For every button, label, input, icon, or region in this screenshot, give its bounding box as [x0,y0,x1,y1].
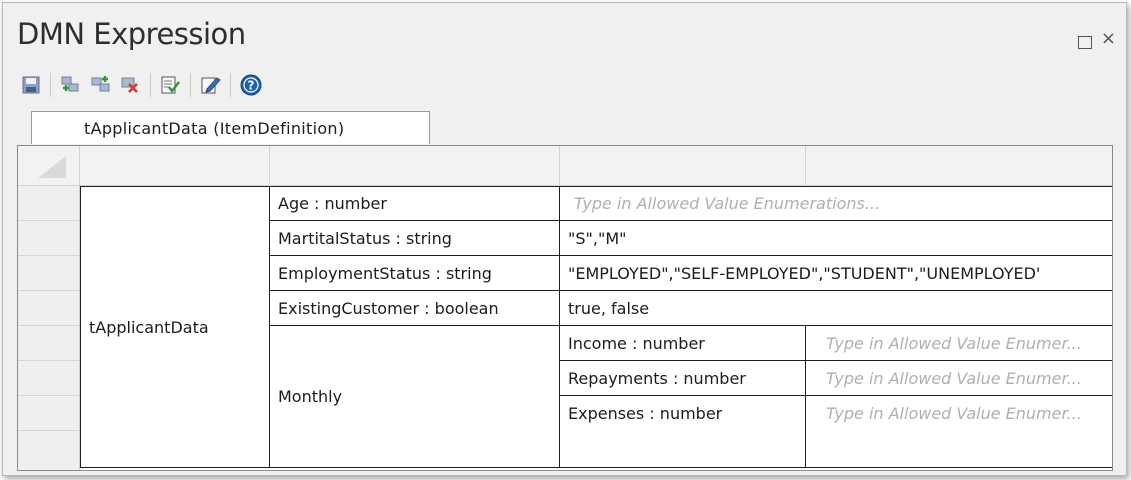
column-header[interactable] [270,146,560,186]
group-name-cell[interactable]: Monthly [270,326,560,468]
allowed-values-input[interactable]: "EMPLOYED","SELF-EMPLOYED","STUDENT","UN… [560,256,1112,291]
item-definition-grid: tApplicantData Age : number Type in Allo… [17,145,1113,471]
component-name-cell[interactable]: EmploymentStatus : string [270,256,560,291]
allowed-values-placeholder: Type in Allowed Value Enumer... [826,333,1082,353]
allowed-values-input[interactable]: Type in Allowed Value Enumer... [806,326,1112,361]
column-header[interactable] [80,146,270,186]
allowed-values-input[interactable]: Type in Allowed Value Enumer... [806,361,1112,396]
row-header[interactable] [18,326,80,361]
component-label: Repayments : number [568,368,746,388]
tab-item-definition[interactable]: tApplicantData (ItemDefinition) [31,111,430,144]
svg-text:?: ? [247,79,254,93]
group-label: Monthly [278,387,343,406]
row-header[interactable] [18,291,80,326]
toolbar-separator [190,73,191,97]
tab-strip: tApplicantData (ItemDefinition) [17,111,1112,145]
component-name-cell[interactable]: Repayments : number [560,361,806,396]
delete-icon[interactable] [117,72,144,99]
component-name-cell[interactable]: ExistingCustomer : boolean [270,291,560,326]
component-label: Expenses : number [568,404,723,423]
component-label: Age : number [278,194,387,213]
allowed-values-text: "EMPLOYED","SELF-EMPLOYED","STUDENT","UN… [568,263,1041,283]
row-header[interactable] [18,186,80,221]
grid-corner[interactable] [18,146,80,186]
row-header[interactable] [18,256,80,291]
column-header[interactable] [806,146,1112,186]
row-header[interactable] [18,396,80,431]
row-header[interactable] [18,431,80,470]
maximize-icon[interactable] [1078,36,1092,49]
root-type-name: tApplicantData [89,317,209,337]
allowed-values-input[interactable]: "S","M" [560,221,1112,256]
component-name-cell[interactable]: Income : number [560,326,806,361]
allowed-values-text: true, false [568,298,650,318]
add-child-icon[interactable] [57,72,84,99]
toolbar: ? [17,70,267,100]
allowed-values-placeholder: Type in Allowed Value Enumerations... [574,194,881,213]
component-label: Income : number [568,333,705,353]
window-title: DMN Expression [17,17,246,51]
help-icon[interactable]: ? [237,72,264,99]
allowed-values-input[interactable]: true, false [560,291,1112,326]
save-icon[interactable] [17,72,44,99]
row-header[interactable] [18,221,80,256]
title-bar: DMN Expression × [3,3,1126,61]
allowed-values-placeholder: Type in Allowed Value Enumer... [826,404,1082,423]
component-name-cell[interactable]: MartitalStatus : string [270,221,560,256]
allowed-values-input[interactable]: Type in Allowed Value Enumerations... [560,186,1112,221]
toolbar-separator [150,73,151,97]
component-name-cell[interactable]: Expenses : number [560,396,806,468]
add-sibling-icon[interactable] [87,72,114,99]
component-label: ExistingCustomer : boolean [278,298,499,318]
toolbar-separator [50,73,51,97]
column-header[interactable] [560,146,806,186]
row-header[interactable] [18,361,80,396]
root-type-cell[interactable]: tApplicantData [80,186,270,468]
edit-icon[interactable] [197,72,224,99]
close-icon[interactable]: × [1101,30,1116,48]
component-label: MartitalStatus : string [278,228,452,248]
allowed-values-input[interactable]: Type in Allowed Value Enumer... [806,396,1112,468]
allowed-values-text: "S","M" [568,228,627,248]
allowed-values-placeholder: Type in Allowed Value Enumer... [826,368,1082,388]
component-name-cell[interactable]: Age : number [270,186,560,221]
dmn-expression-window: DMN Expression × ? tApplicantData (ItemD… [2,2,1127,476]
validate-icon[interactable] [157,72,184,99]
tab-label: tApplicantData (ItemDefinition) [84,119,345,138]
toolbar-separator [230,73,231,97]
component-label: EmploymentStatus : string [278,263,492,283]
